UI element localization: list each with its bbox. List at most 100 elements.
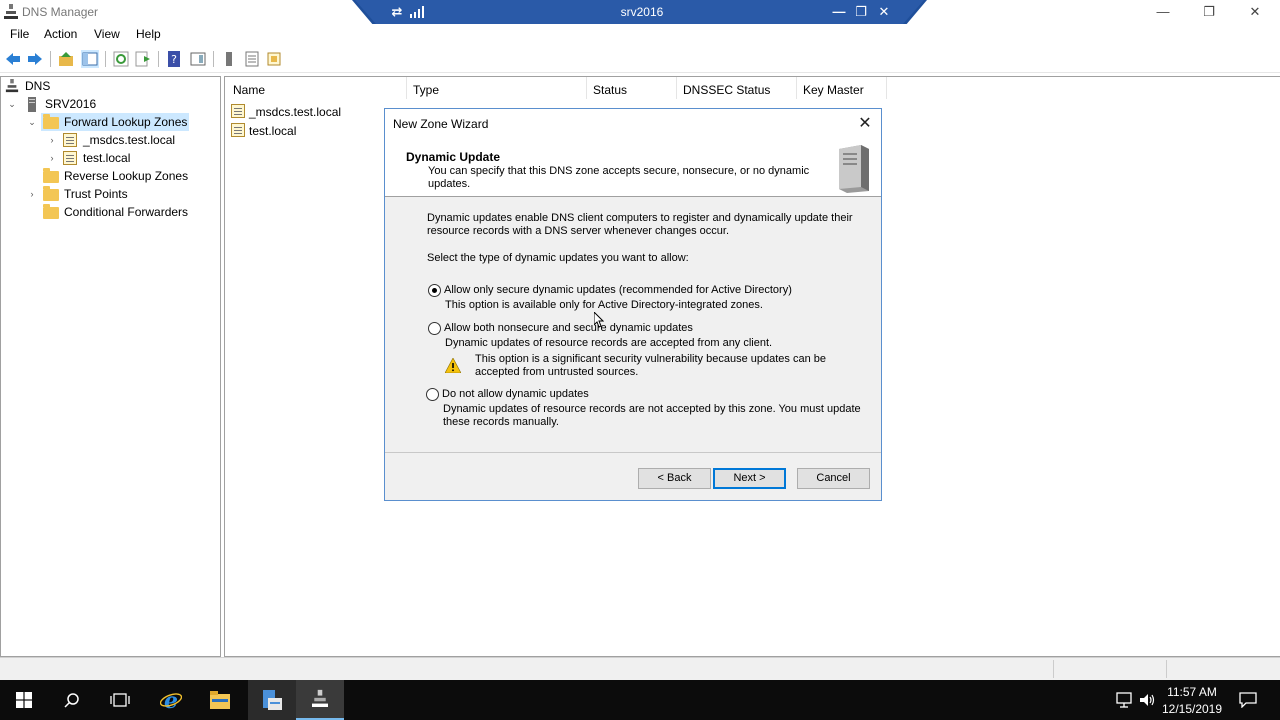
internet-explorer-icon[interactable]: e <box>160 689 182 711</box>
tree-item-reverse-lookup-zones[interactable]: Reverse Lookup Zones <box>41 167 211 185</box>
minimize-icon[interactable]: — <box>1140 2 1186 22</box>
menu-bar: File Action View Help <box>0 24 1280 45</box>
tree-label: Conditional Forwarders <box>64 205 189 219</box>
windows-start-icon[interactable] <box>16 692 32 708</box>
toolbar-separator <box>50 51 51 67</box>
new-record-icon[interactable] <box>265 50 283 68</box>
menu-action[interactable]: Action <box>44 27 77 41</box>
tree-label: SRV2016 <box>45 97 97 111</box>
forward-arrow-icon[interactable] <box>26 50 44 68</box>
up-folder-icon[interactable] <box>57 50 75 68</box>
column-divider[interactable] <box>676 77 677 99</box>
server-tower-icon <box>839 145 869 193</box>
refresh-icon[interactable] <box>112 50 130 68</box>
list-row[interactable]: _msdcs.test.local <box>231 104 401 120</box>
option-none-label[interactable]: Do not allow dynamic updates <box>442 388 842 401</box>
taskbar-server-manager[interactable] <box>248 680 296 720</box>
dns-manager-icon <box>312 689 328 707</box>
properties-pane-icon[interactable] <box>189 50 207 68</box>
file-explorer-icon[interactable] <box>209 690 231 710</box>
notification-center-icon[interactable] <box>1239 692 1257 708</box>
tree-item-zone-msdcs[interactable]: › _msdcs.test.local <box>45 131 205 149</box>
intro-text: Dynamic updates enable DNS client comput… <box>427 212 853 237</box>
folder-icon <box>43 114 59 129</box>
server-manager-icon <box>263 690 282 710</box>
zone-list-icon[interactable] <box>243 50 261 68</box>
export-list-icon[interactable] <box>134 50 152 68</box>
column-header-type[interactable]: Type <box>413 83 439 97</box>
toolbar-separator <box>213 51 214 67</box>
menu-help[interactable]: Help <box>136 27 161 41</box>
option-secure-label[interactable]: Allow only secure dynamic updates (recom… <box>444 284 844 297</box>
option-none-desc: Dynamic updates of resource records are … <box>443 403 861 428</box>
remote-close-icon[interactable]: ✕ <box>875 4 893 20</box>
task-view-icon[interactable] <box>110 692 130 708</box>
menu-file[interactable]: File <box>10 27 29 41</box>
zone-icon <box>63 151 77 165</box>
mouse-cursor-icon <box>594 312 604 328</box>
radio-no-dynamic-updates[interactable] <box>426 388 439 401</box>
server-icon[interactable] <box>220 50 238 68</box>
tree-item-conditional-forwarders[interactable]: Conditional Forwarders <box>41 203 211 221</box>
tree-item-server[interactable]: ⌄ SRV2016 <box>5 95 205 113</box>
radio-nonsecure-and-secure[interactable] <box>428 322 441 335</box>
console-tree: DNS ⌄ SRV2016 ⌄ Forward Lookup Zones › _… <box>0 76 221 657</box>
dialog-divider <box>385 452 881 453</box>
column-divider[interactable] <box>796 77 797 99</box>
status-divider <box>1166 660 1167 678</box>
option-nonsecure-warning: This option is a significant security vu… <box>475 353 826 378</box>
taskbar-dns-manager[interactable] <box>296 680 344 720</box>
list-row[interactable]: test.local <box>231 123 401 139</box>
search-icon[interactable] <box>64 692 80 708</box>
chevron-right-icon[interactable]: › <box>47 131 57 149</box>
remote-session-title: srv2016 <box>620 5 664 19</box>
maximize-icon[interactable]: ❐ <box>1186 2 1232 22</box>
toolbar-separator <box>158 51 159 67</box>
svg-text:e: e <box>164 689 178 711</box>
column-divider[interactable] <box>886 77 887 99</box>
back-button[interactable]: < Back <box>638 468 711 489</box>
remote-minimize-icon[interactable]: — <box>830 4 848 19</box>
tree-item-zone-test[interactable]: › test.local <box>45 149 205 167</box>
chevron-right-icon[interactable]: › <box>27 185 37 203</box>
column-divider[interactable] <box>406 77 407 99</box>
clock-time[interactable]: 11:57 AM <box>1160 685 1224 699</box>
option-secure-desc: This option is available only for Active… <box>445 299 763 311</box>
column-header-key-master[interactable]: Key Master <box>803 83 864 97</box>
column-divider[interactable] <box>586 77 587 99</box>
signal-icon <box>410 6 424 18</box>
tree-item-trust-points[interactable]: › Trust Points <box>25 185 195 203</box>
tree-item-forward-lookup-zones[interactable]: Forward Lookup Zones <box>41 113 189 131</box>
option-nonsecure-label[interactable]: Allow both nonsecure and secure dynamic … <box>444 322 844 335</box>
menu-view[interactable]: View <box>94 27 120 41</box>
tree-label: Reverse Lookup Zones <box>64 169 189 183</box>
column-header-status[interactable]: Status <box>593 83 627 97</box>
pin-icon[interactable]: ⇄ <box>388 4 406 20</box>
status-bar <box>0 657 1280 680</box>
close-icon[interactable]: ✕ <box>855 114 875 134</box>
column-header-name[interactable]: Name <box>233 83 265 97</box>
status-divider <box>1053 660 1054 678</box>
zone-icon <box>231 104 245 118</box>
network-icon[interactable] <box>1115 692 1133 708</box>
radio-secure-only[interactable] <box>428 284 441 297</box>
cancel-button[interactable]: Cancel <box>797 468 870 489</box>
tree-label: Forward Lookup Zones <box>64 115 188 129</box>
list-row-name: _msdcs.test.local <box>249 105 342 119</box>
chevron-down-icon[interactable]: ⌄ <box>27 113 37 131</box>
tree-label: test.local <box>83 151 131 165</box>
clock-date[interactable]: 12/15/2019 <box>1156 702 1228 716</box>
next-button[interactable]: Next > <box>713 468 786 489</box>
show-hide-console-tree-icon[interactable] <box>81 50 99 68</box>
taskbar: e 11:57 AM 12/15/2019 <box>0 680 1280 720</box>
remote-restore-icon[interactable]: ❐ <box>852 4 870 20</box>
column-header-dnssec-status[interactable]: DNSSEC Status <box>683 83 770 97</box>
help-icon[interactable]: ? <box>165 50 183 68</box>
back-arrow-icon[interactable] <box>4 50 22 68</box>
window-title: DNS Manager <box>22 5 99 19</box>
chevron-right-icon[interactable]: › <box>47 149 57 167</box>
chevron-down-icon[interactable]: ⌄ <box>7 95 17 113</box>
dialog-title: New Zone Wizard <box>393 117 489 131</box>
volume-icon[interactable] <box>1139 692 1157 708</box>
close-icon[interactable]: ✕ <box>1232 2 1278 22</box>
